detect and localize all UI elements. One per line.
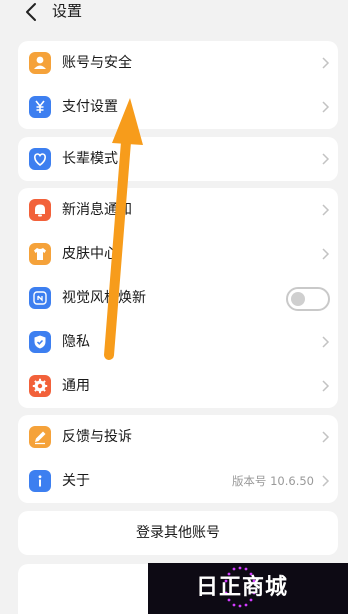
page-title: 设置 [52,2,83,20]
visual-style-toggle[interactable] [286,287,330,311]
skin-center-item[interactable]: 皮肤中心 [18,232,338,276]
support-group: 反馈与投诉 关于 版本号 10.6.50 [18,415,338,503]
gear-icon [29,375,51,397]
back-icon[interactable] [22,1,42,23]
about-item[interactable]: 关于 版本号 10.6.50 [18,459,338,503]
item-label: 反馈与投诉 [62,429,132,445]
shirt-icon [29,243,51,265]
toggle-knob [291,292,305,306]
shield-icon [29,331,51,353]
item-label: 长辈模式 [62,151,118,167]
item-label: 支付设置 [62,99,118,115]
elder-mode-item[interactable]: 长辈模式 [18,137,338,181]
item-label: 视觉风格焕新 [62,290,146,306]
watermark-text: 日正商城 [196,575,289,600]
chevron-right-icon [322,475,330,487]
chevron-right-icon [322,204,330,216]
bell-icon [29,199,51,221]
new-style-icon [29,287,51,309]
item-label: 新消息通知 [62,202,132,218]
item-label: 关于 [62,473,90,489]
watermark-logo: 日正商城 [148,563,348,614]
chevron-right-icon [322,336,330,348]
preferences-group: 新消息通知 皮肤中心 视觉风格焕新 隐私 通用 [18,188,338,408]
general-item[interactable]: 通用 [18,364,338,408]
new-message-notification-item[interactable]: 新消息通知 [18,188,338,232]
feedback-complaint-item[interactable]: 反馈与投诉 [18,415,338,459]
item-label: 账号与安全 [62,55,132,71]
chevron-right-icon [322,153,330,165]
item-label: 通用 [62,378,90,394]
account-group: 账号与安全 支付设置 [18,41,338,129]
yen-icon [29,96,51,118]
item-label: 隐私 [62,334,90,350]
login-other-account-button[interactable]: 登录其他账号 [18,511,338,555]
payment-settings-item[interactable]: 支付设置 [18,85,338,129]
chevron-right-icon [322,101,330,113]
chevron-right-icon [322,380,330,392]
elder-mode-group: 长辈模式 [18,137,338,181]
user-icon [29,52,51,74]
heart-icon [29,148,51,170]
chevron-right-icon [322,248,330,260]
pen-icon [29,426,51,448]
visual-style-refresh-item: 视觉风格焕新 [18,276,338,320]
privacy-item[interactable]: 隐私 [18,320,338,364]
chevron-right-icon [322,57,330,69]
account-security-item[interactable]: 账号与安全 [18,41,338,85]
header: 设置 [0,0,348,26]
info-icon [29,470,51,492]
chevron-right-icon [322,431,330,443]
version-number: 版本号 10.6.50 [231,474,314,488]
item-label: 皮肤中心 [62,246,118,262]
